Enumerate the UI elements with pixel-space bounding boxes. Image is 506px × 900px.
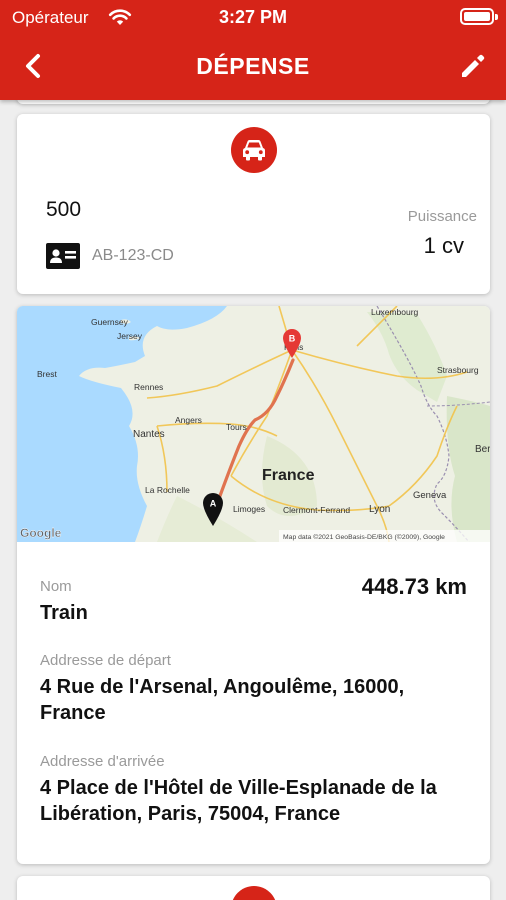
- map-label-luxembourg: Luxembourg: [371, 307, 419, 317]
- arrival-value: 4 Place de l'Hôtel de Ville-Esplanade de…: [40, 777, 437, 825]
- marker-b-label: B: [289, 334, 296, 344]
- route-map[interactable]: Guernsey Jersey Luxembourg Brest Rennes …: [17, 306, 490, 542]
- nav-bar: DÉPENSE: [0, 40, 506, 94]
- departure-value: 4 Rue de l'Arsenal, Angoulême, 16000, Fr…: [40, 676, 405, 724]
- id-card-icon: [46, 243, 80, 269]
- marker-a-label: A: [210, 499, 217, 509]
- status-time: 3:27 PM: [218, 7, 288, 27]
- arrival-field: Addresse d'arrivée 4 Place de l'Hôtel de…: [40, 753, 480, 827]
- trip-distance: 448.73 km: [361, 574, 467, 599]
- map-label-angers: Angers: [175, 415, 202, 425]
- license-plate: AB-123-CD: [92, 247, 174, 264]
- power-value: 1 cv: [423, 233, 464, 258]
- map-label-rennes: Rennes: [134, 382, 163, 392]
- map-label-limoges: Limoges: [233, 504, 265, 514]
- name-label: Nom: [40, 578, 72, 595]
- google-logo: Google: [20, 526, 62, 540]
- name-field: Nom Train: [40, 578, 88, 626]
- vehicle-card: 500 AB-123-CD Puissance 1 cv: [17, 114, 490, 294]
- departure-field: Addresse de départ 4 Rue de l'Arsenal, A…: [40, 652, 460, 726]
- departure-label: Addresse de départ: [40, 652, 171, 669]
- plate-row: AB-123-CD: [46, 242, 174, 270]
- battery-icon: [460, 8, 498, 25]
- page-title: DÉPENSE: [196, 53, 310, 79]
- status-bar: Opérateur 3:27 PM: [0, 0, 506, 34]
- map-label-guernsey: Guernsey: [91, 317, 129, 327]
- pencil-icon[interactable]: [458, 51, 488, 81]
- map-label-la-rochelle: La Rochelle: [145, 485, 190, 495]
- next-card: [17, 876, 490, 900]
- power-label: Puissance: [407, 208, 477, 225]
- map-label-geneva: Geneva: [413, 490, 447, 501]
- trip-card: Guernsey Jersey Luxembourg Brest Rennes …: [17, 306, 490, 864]
- map-label-clermont: Clermont-Ferrand: [283, 505, 350, 515]
- map-label-tours: Tours: [226, 422, 247, 432]
- app-bar: Opérateur 3:27 PM DÉPENSE: [0, 0, 506, 100]
- map-label-france: France: [262, 467, 315, 484]
- map-label-lyon: Lyon: [369, 504, 390, 515]
- map-label-brest: Brest: [37, 369, 57, 379]
- map-label-strasbourg: Strasbourg: [437, 365, 479, 375]
- map-attribution: Map data ©2021 GeoBasis-DE/BKG (©2009), …: [283, 533, 445, 541]
- category-icon: [230, 886, 277, 900]
- map-label-nantes: Nantes: [133, 429, 165, 440]
- map-label-jersey: Jersey: [117, 331, 143, 341]
- arrival-label: Addresse d'arrivée: [40, 753, 165, 770]
- vehicle-km: 500: [46, 198, 82, 221]
- car-icon: [230, 127, 277, 173]
- map-label-bern: Bern: [475, 444, 490, 455]
- name-value: Train: [40, 602, 88, 624]
